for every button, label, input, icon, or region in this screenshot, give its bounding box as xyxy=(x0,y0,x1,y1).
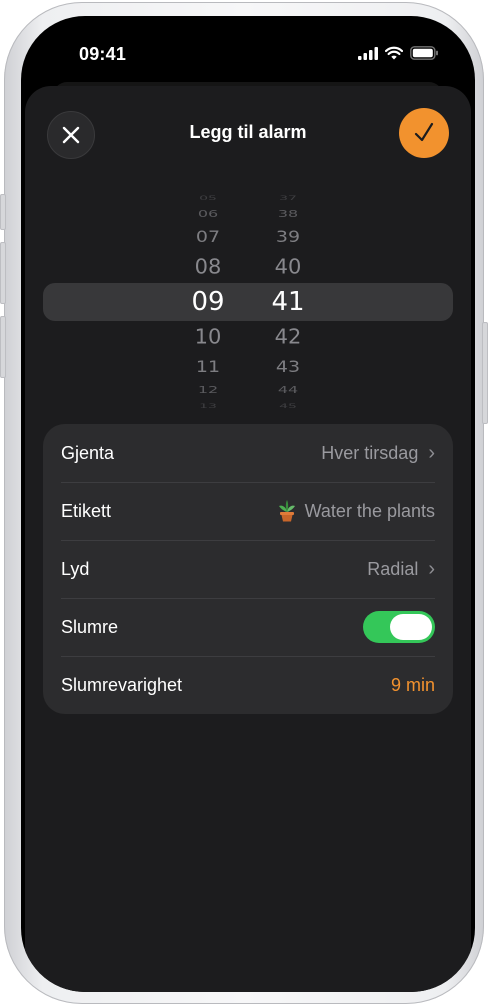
hour-wheel-value[interactable]: 13 xyxy=(178,403,238,409)
add-alarm-sheet: Legg til alarm 05 06 07 08 09 10 11 12 13 37 38 39… xyxy=(25,86,471,992)
status-icons xyxy=(358,46,439,60)
confirm-button[interactable] xyxy=(399,108,449,158)
cellular-signal-icon xyxy=(358,46,378,60)
minute-wheel-value[interactable]: 37 xyxy=(258,195,318,201)
status-bar: 09:41 xyxy=(21,16,475,86)
label-label: Etikett xyxy=(61,500,112,521)
chevron-right-icon: › xyxy=(428,441,435,464)
minute-wheel-value[interactable]: 38 xyxy=(258,209,318,219)
minute-wheel-value[interactable]: 45 xyxy=(258,403,318,409)
repeat-value-group: Hver tirsdag › xyxy=(321,442,435,465)
checkmark-icon xyxy=(414,122,434,142)
time-picker[interactable]: 05 06 07 08 09 10 11 12 13 37 38 39 40 41 42 43 44 45 xyxy=(25,186,471,409)
picker-selection-highlight xyxy=(43,283,453,321)
sound-row[interactable]: Lyd Radial › xyxy=(43,540,453,598)
label-row[interactable]: Etikett Water the plants xyxy=(43,482,453,540)
snooze-duration-value: 9 min xyxy=(390,674,435,695)
screen: 09:41 Legg til alarm 05 06 07 08 09 10 1… xyxy=(21,16,475,992)
sound-value: Radial xyxy=(367,558,419,579)
snooze-duration-row[interactable]: Slumrevarighet 9 min xyxy=(43,656,453,714)
side-button-left-3 xyxy=(0,316,6,378)
sound-value-group: Radial › xyxy=(367,558,435,581)
hour-wheel-value[interactable]: 08 xyxy=(178,256,238,277)
wifi-icon xyxy=(385,46,403,60)
hour-wheel-value[interactable]: 06 xyxy=(178,209,238,219)
hour-wheel-value[interactable]: 05 xyxy=(178,195,238,201)
minute-wheel-value[interactable]: 39 xyxy=(258,229,318,245)
alarm-settings-card: Gjenta Hver tirsdag › Etikett Water the … xyxy=(43,424,453,714)
side-button-left-1 xyxy=(0,194,6,230)
sound-label: Lyd xyxy=(61,558,90,579)
repeat-label: Gjenta xyxy=(61,442,115,463)
snooze-label: Slumre xyxy=(61,616,119,637)
phone-frame: 09:41 Legg til alarm 05 06 07 08 09 10 1… xyxy=(0,2,488,1004)
minute-wheel-value[interactable]: 41 xyxy=(258,289,318,315)
repeat-value: Hver tirsdag xyxy=(321,442,419,463)
battery-icon xyxy=(410,46,438,60)
hour-wheel-value[interactable]: 07 xyxy=(178,229,238,245)
toggle-knob xyxy=(390,614,432,640)
hour-wheel-value[interactable]: 09 xyxy=(178,289,238,315)
snooze-duration-label: Slumrevarighet xyxy=(61,674,183,695)
label-value: Water the plants xyxy=(304,500,435,521)
side-button-right xyxy=(482,322,488,424)
hour-wheel-value[interactable]: 12 xyxy=(178,385,238,395)
hour-wheel-value[interactable]: 11 xyxy=(178,358,238,375)
minute-wheel-value[interactable]: 43 xyxy=(258,358,318,375)
minute-wheel-value[interactable]: 44 xyxy=(258,385,318,395)
hour-wheel-value[interactable]: 10 xyxy=(178,326,238,347)
snooze-toggle[interactable] xyxy=(363,611,435,643)
snooze-row: Slumre xyxy=(43,598,453,656)
potted-plant-icon xyxy=(278,500,295,522)
minute-wheel-value[interactable]: 40 xyxy=(258,256,318,277)
minute-wheel-value[interactable]: 42 xyxy=(258,326,318,347)
label-value-group: Water the plants xyxy=(277,500,435,522)
side-button-left-2 xyxy=(0,242,6,304)
status-time: 09:41 xyxy=(79,44,127,64)
repeat-row[interactable]: Gjenta Hver tirsdag › xyxy=(43,424,453,482)
chevron-right-icon: › xyxy=(428,557,435,580)
